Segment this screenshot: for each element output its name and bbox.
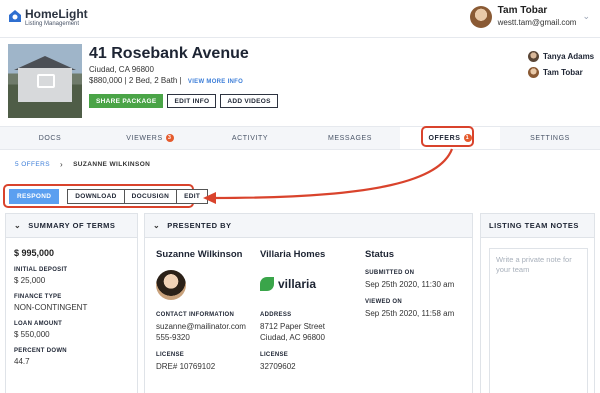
term-label: FINANCE TYPE [14, 294, 62, 300]
villaria-leaf-icon [260, 277, 274, 291]
term-value: $ 550,000 [14, 330, 50, 339]
viewers-count-badge: 3 [165, 134, 174, 142]
brokerage-logo-text: villaria [278, 277, 317, 291]
property-city: Ciudad, CA 96800 [89, 65, 154, 74]
address-label: ADDRESS [260, 312, 292, 318]
brokerage-column: Villaria Homes villaria ADDRESS 8712 Pap… [260, 249, 325, 381]
viewed-date: Sep 25th 2020, 11:58 am [365, 309, 455, 318]
tab-settings[interactable]: SETTINGS [500, 127, 600, 149]
homelight-logo[interactable]: HomeLight Listing Management [8, 8, 88, 28]
respond-button[interactable]: RESPOND [9, 188, 60, 204]
status-title: Status [365, 249, 395, 260]
add-videos-button[interactable]: ADD VIDEOS [220, 94, 278, 108]
listing-tabs: DOCS VIEWERS 3 ACTIVITY MESSAGES OFFERS 1 … [0, 126, 600, 150]
agent-avatar [156, 270, 186, 300]
user-avatar [469, 5, 492, 28]
team-member[interactable]: Tam Tobar [528, 64, 594, 80]
agent-contact: suzanne@mailinator.com 555-9320 [156, 321, 246, 343]
tab-label: DOCS [38, 134, 62, 142]
view-more-info-link[interactable]: VIEW MORE INFO [188, 79, 243, 85]
address-line: Ciudad, AC 96800 [260, 333, 325, 342]
presented-by-panel: ⌄ PRESENTED BY Suzanne Wilkinson CONTACT… [144, 213, 473, 393]
brokerage-logo: villaria [260, 270, 325, 298]
avatar [528, 50, 539, 62]
property-address: 41 Rosebank Avenue [89, 45, 249, 62]
house-logo-icon [9, 10, 21, 22]
brokerage-license: 32709602 [260, 362, 296, 371]
user-name: Tam Tobar [497, 5, 548, 16]
edit-offer-button[interactable]: EDIT [177, 188, 209, 204]
brand-subtitle: Listing Management [25, 21, 80, 27]
breadcrumb: 5 OFFERS › SUZANNE WILKINSON [15, 160, 150, 169]
tab-docs[interactable]: DOCS [0, 127, 100, 149]
share-package-button[interactable]: SHARE PACKAGE [89, 94, 164, 108]
user-menu[interactable]: Tam Tobar westt.tam@gmail.com ⌄ [469, 5, 590, 28]
team-member-name: Tam Tobar [543, 67, 583, 77]
private-note-input[interactable]: Write a private note for your team [489, 248, 588, 393]
brand-name: HomeLight [25, 7, 88, 21]
contact-label: CONTACT INFORMATION [156, 312, 235, 318]
brokerage-name: Villaria Homes [260, 249, 326, 260]
offer-price: $ 995,000 [14, 248, 55, 258]
term-value: 44.7 [14, 357, 30, 366]
tab-viewers[interactable]: VIEWERS 3 [100, 127, 200, 149]
property-actions: SHARE PACKAGE EDIT INFO ADD VIDEOS [89, 94, 282, 108]
submitted-label: SUBMITTED ON [365, 270, 415, 276]
offers-tab-highlight [421, 126, 474, 147]
license-label: LICENSE [260, 352, 289, 358]
agent-license: DRE# 10769102 [156, 362, 216, 371]
tab-messages[interactable]: MESSAGES [300, 127, 400, 149]
chevron-down-icon[interactable]: ⌄ [582, 11, 590, 22]
chevron-right-icon: › [59, 160, 64, 169]
brokerage-address: 8712 Paper Street Ciudad, AC 96800 [260, 321, 325, 343]
tab-label: ACTIVITY [231, 134, 269, 142]
address-line: 8712 Paper Street [260, 322, 325, 331]
term-label: LOAN AMOUNT [14, 321, 63, 327]
notes-header: LISTING TEAM NOTES [481, 214, 594, 238]
agent-column: Suzanne Wilkinson CONTACT INFORMATION su… [156, 249, 246, 381]
team-member-name: Tanya Adams [543, 51, 595, 61]
agent-name: Suzanne Wilkinson [156, 249, 243, 260]
presented-by-title: PRESENTED BY [167, 221, 232, 230]
tab-label: SETTINGS [530, 134, 570, 142]
top-bar: HomeLight Listing Management Tam Tobar w… [0, 0, 600, 38]
listing-team-notes-panel: LISTING TEAM NOTES Write a private note … [480, 213, 595, 393]
term-label: INITIAL DEPOSIT [14, 267, 68, 273]
user-email: westt.tam@gmail.com [497, 18, 577, 27]
breadcrumb-current: SUZANNE WILKINSON [73, 161, 151, 168]
summary-of-terms-panel: ⌄ SUMMARY OF TERMS $ 995,000 INITIAL DEP… [5, 213, 138, 393]
tab-label: MESSAGES [327, 134, 373, 142]
term-label: PERCENT DOWN [14, 348, 67, 354]
agent-phone[interactable]: 555-9320 [156, 332, 246, 343]
breadcrumb-offers-link[interactable]: 5 OFFERS [15, 161, 50, 168]
term-value: $ 25,000 [14, 276, 46, 285]
download-button[interactable]: DOWNLOAD [67, 188, 125, 204]
viewed-label: VIEWED ON [365, 299, 403, 305]
avatar [528, 66, 539, 78]
tab-label: VIEWERS [126, 134, 163, 142]
edit-info-button[interactable]: EDIT INFO [167, 94, 217, 108]
property-photo[interactable] [8, 44, 82, 118]
photo-gallery-icon[interactable] [37, 74, 55, 88]
listing-team: Tanya Adams Tam Tobar [528, 48, 594, 80]
summary-header[interactable]: ⌄ SUMMARY OF TERMS [6, 214, 137, 238]
team-member[interactable]: Tanya Adams [528, 48, 594, 64]
presented-by-header[interactable]: ⌄ PRESENTED BY [145, 214, 472, 238]
status-column: Status SUBMITTED ON Sep 25th 2020, 11:30… [365, 249, 454, 328]
docusign-button[interactable]: DOCUSIGN [124, 188, 178, 204]
chevron-down-icon[interactable]: ⌄ [153, 221, 160, 230]
term-value: NON-CONTINGENT [14, 303, 88, 312]
chevron-down-icon[interactable]: ⌄ [14, 221, 21, 230]
tab-activity[interactable]: ACTIVITY [200, 127, 300, 149]
submitted-date: Sep 25th 2020, 11:30 am [365, 280, 455, 289]
property-summary: $880,000 | 2 Bed, 2 Bath | [89, 76, 182, 85]
summary-title: SUMMARY OF TERMS [28, 221, 116, 230]
offer-action-bar: RESPOND DOWNLOAD DOCUSIGN EDIT [3, 184, 209, 208]
license-label: LICENSE [156, 352, 185, 358]
agent-email[interactable]: suzanne@mailinator.com [156, 321, 246, 332]
property-details: $880,000 | 2 Bed, 2 Bath | VIEW MORE INF… [89, 76, 243, 85]
